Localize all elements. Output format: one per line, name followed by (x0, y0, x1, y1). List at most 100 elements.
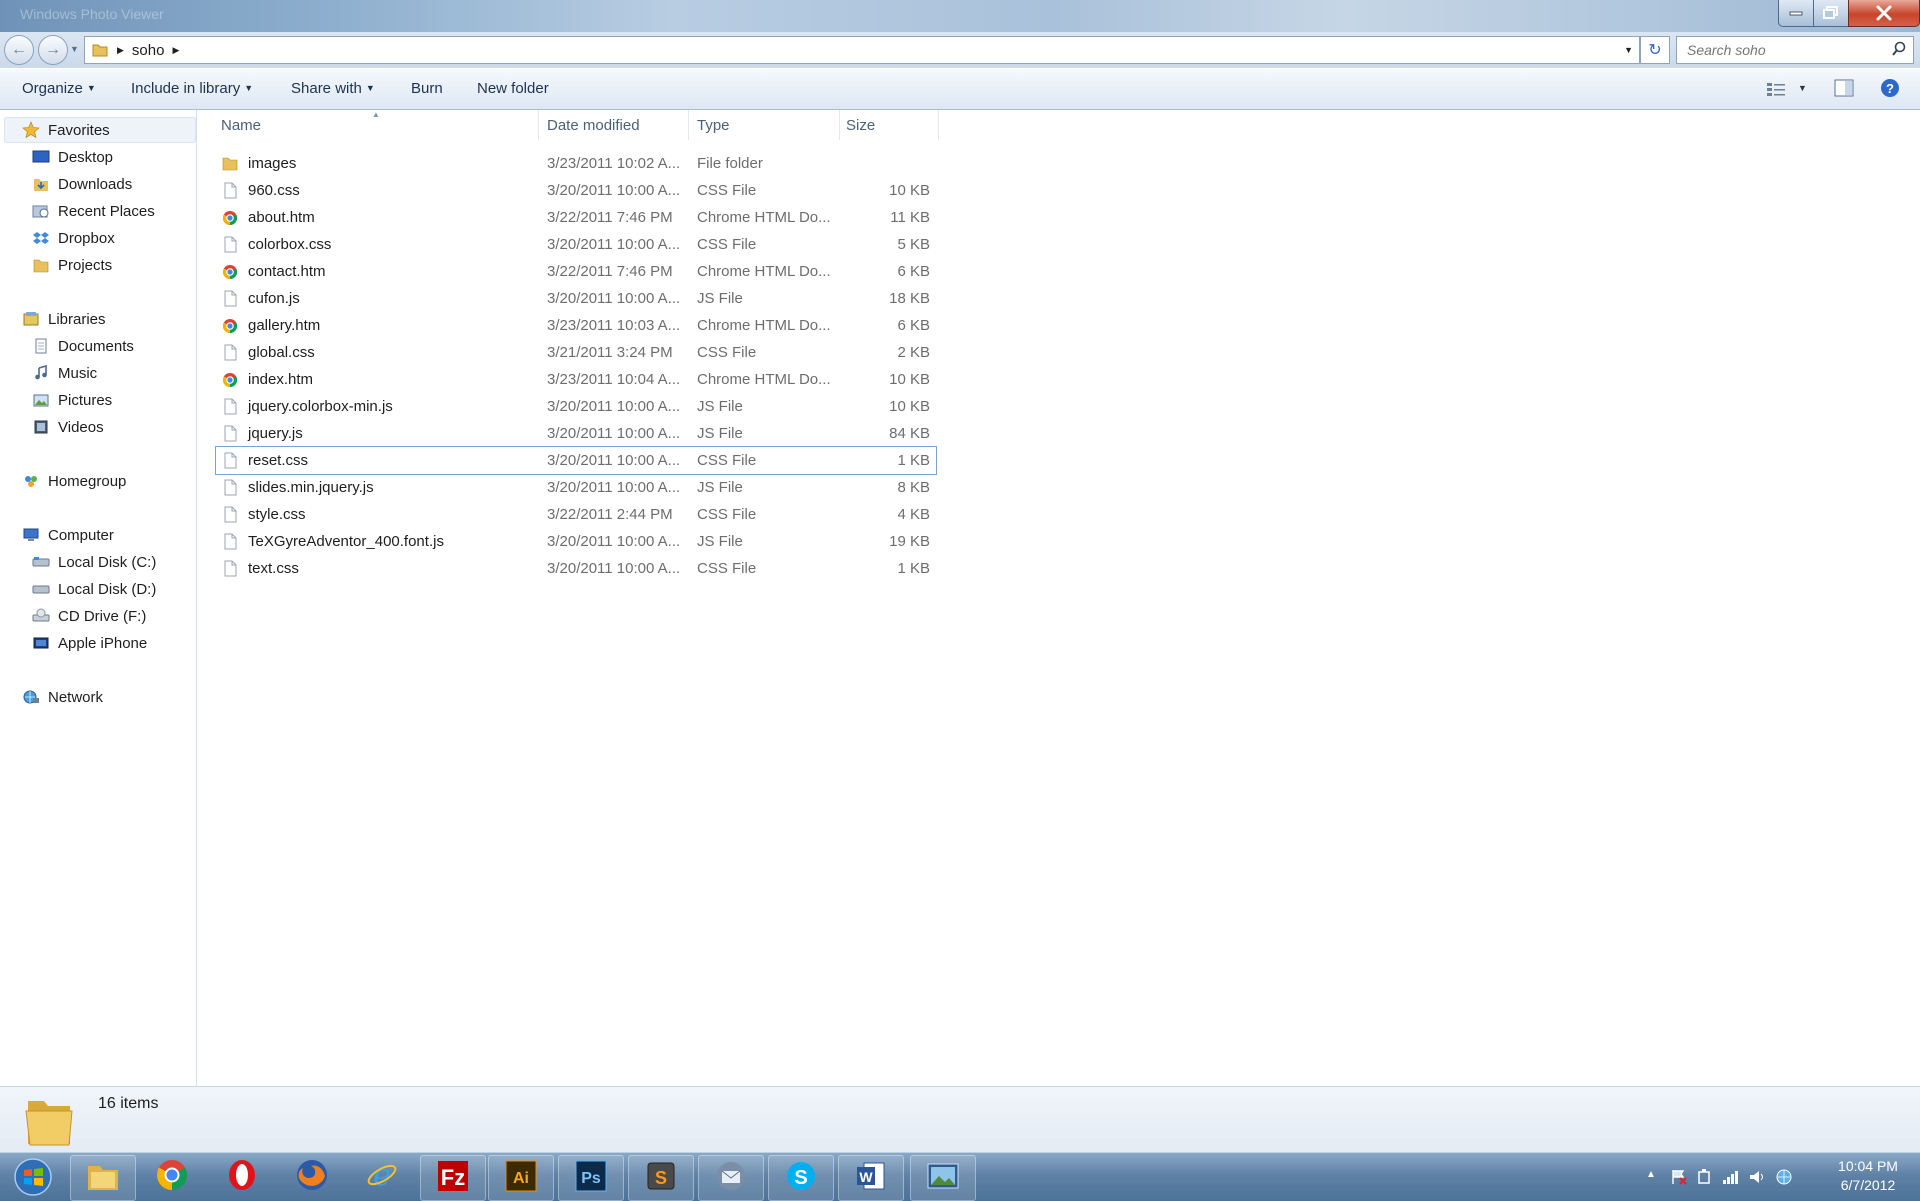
taskbar-photoshop-button[interactable]: Ps (558, 1155, 624, 1201)
nav-network[interactable]: Network (22, 685, 103, 709)
file-row[interactable]: images 3/23/2011 10:02 A... File folder (216, 150, 936, 177)
file-icon (222, 452, 238, 469)
taskbar-skype-button[interactable]: S (768, 1155, 834, 1201)
search-input[interactable] (1685, 37, 1889, 63)
close-button[interactable] (1848, 0, 1920, 27)
help-icon[interactable]: ? (1880, 78, 1900, 98)
file-row[interactable]: style.css 3/22/2011 2:44 PM CSS File 4 KB (216, 501, 936, 528)
recent-pages-dropdown-icon[interactable]: ▼ (70, 44, 79, 54)
address-dropdown-icon[interactable]: ▼ (1624, 45, 1633, 55)
power-icon[interactable] (1696, 1168, 1714, 1186)
nav-item-local-disk-d[interactable]: Local Disk (D:) (32, 577, 156, 601)
back-button[interactable]: ← (4, 35, 34, 65)
file-row[interactable]: contact.htm 3/22/2011 7:46 PM Chrome HTML … (216, 258, 936, 285)
nav-libraries[interactable]: Libraries (22, 307, 106, 331)
clock[interactable]: 10:04 PM 6/7/2012 (1826, 1157, 1910, 1195)
file-icon (222, 560, 238, 577)
taskbar-word-button[interactable]: W (838, 1155, 904, 1201)
nav-item-videos[interactable]: Videos (32, 415, 104, 439)
taskbar-photo-viewer-button[interactable] (910, 1155, 976, 1201)
search-box[interactable] (1676, 36, 1914, 64)
column-header-type[interactable]: Type (689, 110, 840, 140)
file-row[interactable]: text.css 3/20/2011 10:00 A... CSS File 1 KB (216, 555, 936, 582)
nav-item-music[interactable]: Music (32, 361, 97, 385)
file-row[interactable]: gallery.htm 3/23/2011 10:03 A... Chrome HT… (216, 312, 936, 339)
nav-item-desktop[interactable]: Desktop (32, 145, 113, 169)
taskbar-filezilla-button[interactable]: Fz (420, 1155, 486, 1201)
nav-homegroup[interactable]: Homegroup (22, 469, 126, 493)
network-tray-icon[interactable] (1774, 1167, 1794, 1187)
nav-item-downloads[interactable]: Downloads (32, 172, 132, 196)
file-row[interactable]: jquery.js 3/20/2011 10:00 A... JS File 84 K… (216, 420, 936, 447)
signal-strength-icon[interactable] (1722, 1168, 1740, 1186)
file-icon (222, 290, 238, 307)
file-row[interactable]: about.htm 3/22/2011 7:46 PM Chrome HTML Do… (216, 204, 936, 231)
file-date-modified: 3/22/2011 7:46 PM (547, 209, 673, 226)
svg-text:Ps: Ps (581, 1170, 601, 1187)
refresh-icon: ↻ (1648, 42, 1662, 59)
volume-icon[interactable] (1748, 1168, 1766, 1186)
nav-item-pictures[interactable]: Pictures (32, 388, 112, 412)
taskbar-firefox-button[interactable] (280, 1155, 344, 1199)
refresh-button[interactable]: ↻ (1640, 36, 1670, 64)
start-button[interactable] (4, 1153, 62, 1201)
new-folder-button[interactable]: New folder (477, 80, 549, 97)
maximize-button[interactable] (1813, 0, 1849, 27)
file-row[interactable]: index.htm 3/23/2011 10:04 A... Chrome HTML… (216, 366, 936, 393)
file-row[interactable]: global.css 3/21/2011 3:24 PM CSS File 2 KB (216, 339, 936, 366)
file-date-modified: 3/20/2011 10:00 A... (547, 533, 681, 550)
file-row[interactable]: 960.css 3/20/2011 10:00 A... CSS File 10 KB (216, 177, 936, 204)
nav-item-cd-drive[interactable]: CD Drive (F:) (32, 604, 146, 628)
nav-item-recent-places[interactable]: Recent Places (32, 199, 155, 223)
address-bar[interactable]: ▶ soho ▶ ▼ (84, 36, 1640, 64)
file-row[interactable]: TeXGyreAdventor_400.font.js 3/20/2011 10:… (216, 528, 936, 555)
file-name: text.css (248, 560, 299, 577)
view-dropdown-icon[interactable]: ▼ (1798, 83, 1807, 93)
breadcrumb-chevron-icon[interactable]: ▶ (117, 45, 124, 56)
breadcrumb-chevron-icon[interactable]: ▶ (172, 45, 179, 56)
burn-button[interactable]: Burn (411, 80, 443, 97)
search-icon[interactable] (1891, 41, 1907, 57)
column-header-date-modified[interactable]: Date modified (539, 110, 689, 140)
nav-item-dropbox[interactable]: Dropbox (32, 226, 115, 250)
organize-menu[interactable]: Organize ▼ (22, 80, 96, 97)
svg-text:Fz: Fz (441, 1165, 465, 1190)
chevron-down-icon: ▼ (244, 83, 254, 93)
skype-icon: S (784, 1159, 818, 1197)
taskbar-ie-button[interactable]: e (350, 1155, 414, 1199)
nav-item-documents[interactable]: Documents (32, 334, 134, 358)
file-size: 6 KB (897, 263, 930, 280)
column-header-name[interactable]: Name ▲ (216, 110, 539, 140)
column-header-size[interactable]: Size (840, 110, 939, 140)
taskbar-explorer-button[interactable] (70, 1155, 136, 1201)
include-in-library-menu[interactable]: Include in library ▼ (131, 80, 253, 97)
file-date-modified: 3/20/2011 10:00 A... (547, 452, 681, 469)
file-row[interactable]: slides.min.jquery.js 3/20/2011 10:00 A...… (216, 474, 936, 501)
taskbar-sublime-button[interactable]: S (628, 1155, 694, 1201)
file-date-modified: 3/21/2011 3:24 PM (547, 344, 673, 361)
taskbar-opera-button[interactable] (210, 1155, 274, 1199)
view-options-icon[interactable] (1766, 81, 1786, 97)
preview-pane-icon[interactable] (1834, 79, 1854, 97)
taskbar-illustrator-button[interactable]: Ai (488, 1155, 554, 1201)
file-row[interactable]: cufon.js 3/20/2011 10:00 A... JS File 18 KB (216, 285, 936, 312)
file-row[interactable]: colorbox.css 3/20/2011 10:00 A... CSS File… (216, 231, 936, 258)
minimize-button[interactable] (1778, 0, 1814, 27)
share-with-menu[interactable]: Share with ▼ (291, 80, 375, 97)
show-hidden-icons-icon[interactable]: ▲ (1646, 1169, 1656, 1180)
file-row[interactable]: reset.css 3/20/2011 10:00 A... CSS File 1 K… (215, 446, 937, 475)
documents-icon (32, 337, 50, 355)
forward-button[interactable]: → (38, 35, 68, 65)
nav-favorites[interactable]: Favorites (22, 118, 110, 142)
file-row[interactable]: jquery.colorbox-min.js 3/20/2011 10:00 A.… (216, 393, 936, 420)
nav-computer[interactable]: Computer (22, 523, 114, 547)
taskbar-thunderbird-button[interactable] (698, 1155, 764, 1201)
action-center-flag-icon[interactable] (1670, 1168, 1688, 1186)
breadcrumb-soho[interactable]: soho (132, 42, 165, 59)
taskbar-chrome-button[interactable] (140, 1155, 204, 1199)
nav-item-apple-iphone[interactable]: Apple iPhone (32, 631, 147, 655)
nav-item-local-disk-c[interactable]: Local Disk (C:) (32, 550, 156, 574)
nav-item-projects[interactable]: Projects (32, 253, 112, 277)
pictures-icon (32, 391, 50, 409)
hard-drive-icon (32, 553, 50, 571)
